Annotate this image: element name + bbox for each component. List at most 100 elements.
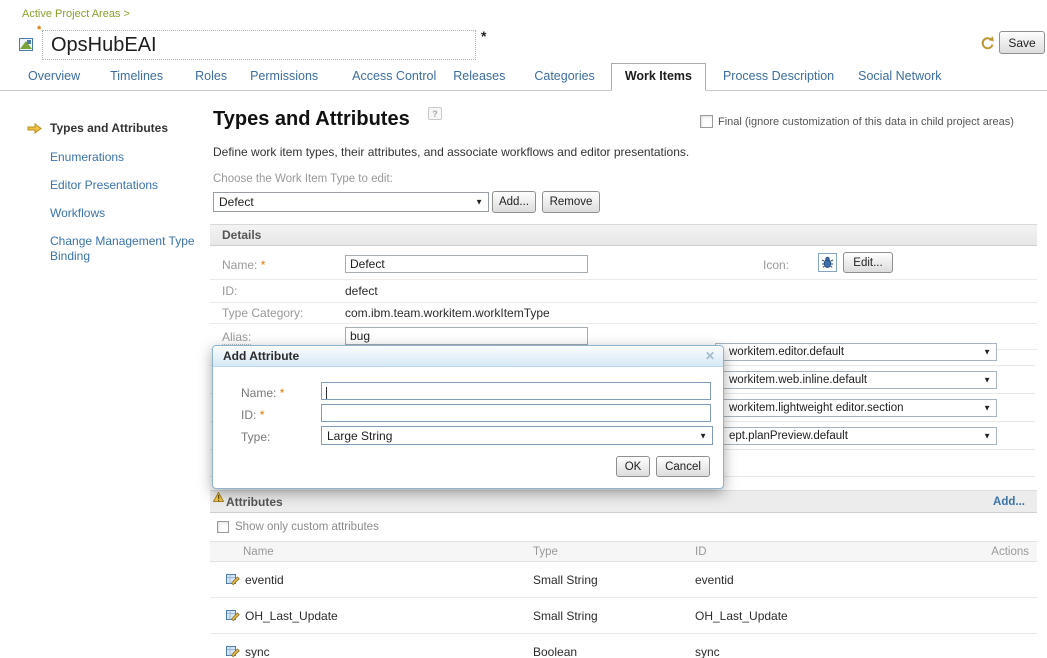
details-section-title: Details: [222, 228, 261, 242]
attributes-section-header: Attributes Add...: [210, 490, 1037, 513]
text-caret: [326, 387, 327, 399]
column-header-actions: Actions: [991, 546, 1029, 558]
dialog-name-label: Name: *: [241, 386, 284, 400]
cancel-button[interactable]: Cancel: [656, 456, 710, 477]
lightweight-editor-presentation-select[interactable]: workitem.lightweight editor.section ▼: [715, 399, 997, 417]
work-item-type-selected-value: Defect: [219, 195, 254, 209]
table-row[interactable]: eventid Small String eventid: [210, 562, 1037, 598]
sidebar-item-change-management-type-binding[interactable]: Change Management Type Binding: [50, 234, 210, 264]
sidebar-item-types-and-attributes[interactable]: Types and Attributes: [50, 121, 168, 135]
plan-preview-presentation-select[interactable]: ept.planPreview.default ▼: [715, 427, 997, 445]
final-checkbox[interactable]: [700, 115, 713, 128]
chevron-down-icon: ▼: [475, 198, 483, 207]
close-icon[interactable]: ✕: [705, 349, 715, 363]
dialog-name-label-text: Name:: [241, 386, 276, 400]
details-section-header: Details: [210, 224, 1037, 246]
sidebar-item-enumerations[interactable]: Enumerations: [50, 150, 124, 164]
add-attribute-dialog: Add Attribute ✕ Name: * ID: * Type: Larg…: [212, 345, 724, 489]
attribute-name: eventid: [245, 573, 284, 587]
dialog-type-selected-value: Large String: [327, 429, 392, 443]
lightweight-editor-presentation-value: workitem.lightweight editor.section: [729, 402, 904, 414]
edit-icon-button[interactable]: Edit...: [843, 252, 893, 273]
tab-social-network[interactable]: Social Network: [858, 69, 941, 90]
dialog-title-bar[interactable]: Add Attribute ✕: [213, 346, 723, 367]
show-custom-attributes-checkbox[interactable]: [217, 521, 229, 533]
id-label: ID:: [222, 284, 237, 298]
type-category-value: com.ibm.team.workitem.workItemType: [345, 306, 550, 320]
attribute-icon: [226, 572, 240, 591]
final-option: Final (ignore customization of this data…: [700, 115, 1014, 128]
type-name-input[interactable]: [345, 255, 588, 273]
attribute-id: sync: [695, 645, 720, 658]
page-title: Types and Attributes: [213, 108, 410, 131]
dialog-id-required-marker: *: [260, 408, 265, 422]
attribute-type: Boolean: [533, 645, 577, 658]
table-row[interactable]: sync Boolean sync: [210, 634, 1037, 658]
attribute-type: Small String: [533, 573, 598, 587]
current-section-arrow-icon: [27, 121, 42, 139]
attributes-table-header: Name Type ID Actions: [210, 541, 1037, 562]
dialog-type-select[interactable]: Large String ▼: [321, 426, 713, 445]
tab-process-description[interactable]: Process Description: [723, 69, 834, 90]
project-area-editor-page: Active Project Areas > * * Save Overview…: [0, 0, 1047, 658]
name-required-marker: *: [261, 258, 266, 272]
add-type-button[interactable]: Add...: [492, 191, 536, 213]
tab-roles[interactable]: Roles: [195, 69, 227, 90]
tab-permissions[interactable]: Permissions: [250, 69, 318, 90]
table-row[interactable]: OH_Last_Update Small String OH_Last_Upda…: [210, 598, 1037, 634]
breadcrumb[interactable]: Active Project Areas >: [22, 8, 130, 20]
tab-timelines[interactable]: Timelines: [110, 69, 163, 90]
remove-type-button[interactable]: Remove: [542, 191, 600, 213]
sidebar-item-editor-presentations[interactable]: Editor Presentations: [50, 178, 158, 192]
help-icon[interactable]: ?: [428, 107, 442, 120]
attribute-name: sync: [245, 645, 270, 658]
tab-work-items[interactable]: Work Items: [611, 63, 706, 91]
attribute-icon: [226, 644, 240, 658]
project-name-input[interactable]: [42, 30, 476, 60]
refresh-process-icon[interactable]: [979, 35, 996, 57]
editor-presentation-select[interactable]: workitem.editor.default ▼: [715, 343, 997, 361]
dialog-type-label: Type:: [241, 430, 270, 444]
dialog-id-label: ID: *: [241, 408, 264, 422]
dialog-id-input[interactable]: [321, 404, 711, 422]
column-header-name: Name: [243, 546, 274, 558]
work-item-type-icon: [818, 253, 837, 272]
tab-releases[interactable]: Releases: [453, 69, 505, 90]
add-attribute-link[interactable]: Add...: [993, 496, 1025, 508]
work-item-type-select[interactable]: Defect ▼: [213, 192, 489, 212]
name-label-text: Name:: [222, 258, 257, 272]
attribute-icon: [226, 608, 240, 627]
dialog-name-required-marker: *: [280, 386, 285, 400]
chevron-down-icon: ▼: [983, 376, 991, 385]
column-header-type: Type: [533, 546, 558, 558]
save-button[interactable]: Save: [999, 31, 1045, 54]
attribute-id: OH_Last_Update: [695, 609, 788, 623]
tab-bar: Overview Timelines Roles Permissions Acc…: [0, 66, 1047, 91]
dialog-name-input[interactable]: [321, 382, 711, 400]
editor-presentation-value: workitem.editor.default: [729, 346, 844, 358]
details-row-name: Name: * Icon: Edit...: [210, 250, 1037, 280]
project-area-icon: [18, 36, 35, 58]
title-required-marker: *: [37, 24, 41, 36]
column-header-id: ID: [695, 546, 707, 558]
id-value: defect: [345, 284, 378, 298]
unsaved-changes-marker: *: [481, 28, 486, 44]
sidebar-item-workflows[interactable]: Workflows: [50, 206, 105, 220]
chevron-down-icon: ▼: [983, 348, 991, 357]
dialog-id-label-text: ID:: [241, 408, 256, 422]
dialog-title: Add Attribute: [223, 349, 705, 363]
web-inline-presentation-select[interactable]: workitem.web.inline.default ▼: [715, 371, 997, 389]
bug-icon: [821, 256, 834, 269]
icon-label: Icon:: [763, 258, 789, 272]
chevron-down-icon: ▼: [983, 404, 991, 413]
chevron-down-icon: ▼: [983, 432, 991, 441]
work-item-type-chooser-label: Choose the Work Item Type to edit:: [213, 173, 393, 185]
final-checkbox-label: Final (ignore customization of this data…: [718, 116, 1014, 128]
dialog-buttons: OK Cancel: [616, 456, 710, 477]
tab-overview[interactable]: Overview: [28, 69, 80, 90]
tab-categories[interactable]: Categories: [534, 69, 594, 90]
tab-access-control[interactable]: Access Control: [352, 69, 436, 90]
name-label: Name: *: [222, 258, 265, 272]
section-description: Define work item types, their attributes…: [213, 145, 689, 159]
ok-button[interactable]: OK: [616, 456, 650, 477]
